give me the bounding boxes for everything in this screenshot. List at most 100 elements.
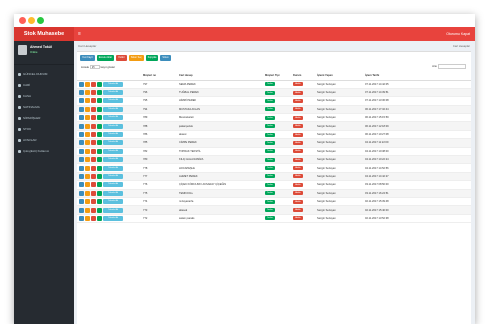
view-button[interactable] <box>79 215 84 221</box>
toolbar-button-2[interactable]: Yazdır <box>115 55 127 61</box>
column-header-4[interactable]: Durum <box>291 72 315 81</box>
delete-button[interactable] <box>91 207 96 213</box>
delete-button[interactable] <box>91 123 96 129</box>
view-button[interactable] <box>79 207 84 213</box>
download-button[interactable] <box>97 157 102 163</box>
account-name[interactable]: aksesi <box>177 130 263 140</box>
account-name[interactable]: salam paraks <box>177 214 263 224</box>
download-button[interactable] <box>97 140 102 146</box>
view-button[interactable] <box>79 98 84 104</box>
delete-button[interactable] <box>91 215 96 221</box>
account-name[interactable]: TEMKOOLL <box>177 189 263 198</box>
download-button[interactable] <box>97 115 102 121</box>
delete-button[interactable] <box>91 173 96 179</box>
view-button[interactable] <box>79 199 84 205</box>
view-button[interactable] <box>79 81 84 87</box>
view-button[interactable] <box>79 165 84 171</box>
delete-button[interactable] <box>91 140 96 146</box>
toolbar-button-5[interactable]: Sütun <box>160 55 171 61</box>
view-button[interactable] <box>79 157 84 163</box>
download-button[interactable] <box>97 182 102 188</box>
download-button[interactable] <box>97 106 102 112</box>
edit-button[interactable] <box>85 182 90 188</box>
column-header-6[interactable]: İşlem Tarihi <box>363 72 471 81</box>
column-header-2[interactable]: Cari Hesap <box>177 72 263 81</box>
delete-button[interactable] <box>91 106 96 112</box>
collect-payment-button[interactable]: Tahsilat Al <box>103 90 123 96</box>
search-input[interactable] <box>438 64 466 69</box>
minimize-window-button[interactable] <box>28 17 35 24</box>
edit-button[interactable] <box>85 140 90 146</box>
toolbar-button-1[interactable]: Excele Aktar <box>96 55 114 61</box>
sidebar-item-cikis[interactable]: Çıkış(Exit) Kullanıcı <box>14 146 74 157</box>
edit-button[interactable] <box>85 207 90 213</box>
edit-button[interactable] <box>85 157 90 163</box>
download-button[interactable] <box>97 165 102 171</box>
edit-button[interactable] <box>85 132 90 138</box>
delete-button[interactable] <box>91 182 96 188</box>
collect-payment-button[interactable]: Tahsilat Al <box>103 207 123 213</box>
collect-payment-button[interactable]: Tahsilat Al <box>103 98 123 104</box>
account-name[interactable]: mızayaranfa <box>177 197 263 207</box>
view-button[interactable] <box>79 173 84 179</box>
delete-button[interactable] <box>91 90 96 96</box>
collect-payment-button[interactable]: Tahsilat Al <box>103 173 123 179</box>
account-name[interactable]: Mesmekeleti <box>177 113 263 123</box>
sidebar-item-stok[interactable]: STOK <box>14 124 74 135</box>
toolbar-button-3[interactable]: Sütun Seç <box>128 55 144 61</box>
column-header-1[interactable]: Müşteri no <box>141 72 177 81</box>
app-brand[interactable]: Stok Muhasebe <box>14 27 74 41</box>
toolbar-button-0[interactable]: Yeni Kayıt <box>80 55 95 61</box>
delete-button[interactable] <box>91 132 96 138</box>
breadcrumb[interactable]: Cari Hesaplar <box>453 44 470 48</box>
account-name[interactable]: şakarışeriek <box>177 121 263 131</box>
account-name[interactable]: altesek <box>177 205 263 215</box>
edit-button[interactable] <box>85 98 90 104</box>
collect-payment-button[interactable]: Tahsilat Al <box>103 199 123 205</box>
edit-button[interactable] <box>85 90 90 96</box>
view-button[interactable] <box>79 123 84 129</box>
download-button[interactable] <box>97 148 102 154</box>
download-button[interactable] <box>97 190 102 196</box>
edit-button[interactable] <box>85 173 90 179</box>
view-button[interactable] <box>79 148 84 154</box>
collect-payment-button[interactable]: Tahsilat Al <box>103 140 123 146</box>
account-name[interactable]: MUSTAFA AKLAN <box>177 105 263 115</box>
delete-button[interactable] <box>91 148 96 154</box>
delete-button[interactable] <box>91 98 96 104</box>
download-button[interactable] <box>97 132 102 138</box>
delete-button[interactable] <box>91 190 96 196</box>
download-button[interactable] <box>97 215 102 221</box>
download-button[interactable] <box>97 98 102 104</box>
view-button[interactable] <box>79 106 84 112</box>
sidebar-item-cari[interactable]: CARİ <box>14 80 74 91</box>
edit-button[interactable] <box>85 115 90 121</box>
edit-button[interactable] <box>85 81 90 87</box>
maximize-window-button[interactable] <box>37 17 44 24</box>
account-name[interactable]: HİMMİ PEREK <box>177 96 263 106</box>
download-button[interactable] <box>97 173 102 179</box>
logout-link[interactable]: Oturumu Kapat <box>446 27 470 41</box>
collect-payment-button[interactable]: Tahsilat Al <box>103 215 123 221</box>
collect-payment-button[interactable]: Tahsilat Al <box>103 182 123 188</box>
sidebar-item-kasa[interactable]: KASA <box>14 91 74 102</box>
account-name[interactable]: TUĞBAL PEREK <box>177 88 263 98</box>
delete-button[interactable] <box>91 157 96 163</box>
collect-payment-button[interactable]: Tahsilat Al <box>103 115 123 121</box>
menu-toggle-icon[interactable]: ≡ <box>78 27 81 41</box>
account-name[interactable]: KILIÇ HALA RAMİZA <box>177 155 263 165</box>
delete-button[interactable] <box>91 115 96 121</box>
column-header-5[interactable]: İşlemi Yapan <box>315 72 363 81</box>
collect-payment-button[interactable]: Tahsilat Al <box>103 190 123 196</box>
edit-button[interactable] <box>85 190 90 196</box>
edit-button[interactable] <box>85 165 90 171</box>
edit-button[interactable] <box>85 106 90 112</box>
sidebar-item-ayarlar[interactable]: AYARLAR <box>14 135 74 146</box>
account-name[interactable]: AHMET PEREK <box>177 172 263 182</box>
delete-button[interactable] <box>91 165 96 171</box>
collect-payment-button[interactable]: Tahsilat Al <box>103 157 123 163</box>
sidebar-item-satinalma[interactable]: SATINALMA <box>14 102 74 113</box>
account-name[interactable]: CİMPE PEREK <box>177 138 263 148</box>
download-button[interactable] <box>97 207 102 213</box>
account-name[interactable]: SEMA PEREK <box>177 80 263 89</box>
